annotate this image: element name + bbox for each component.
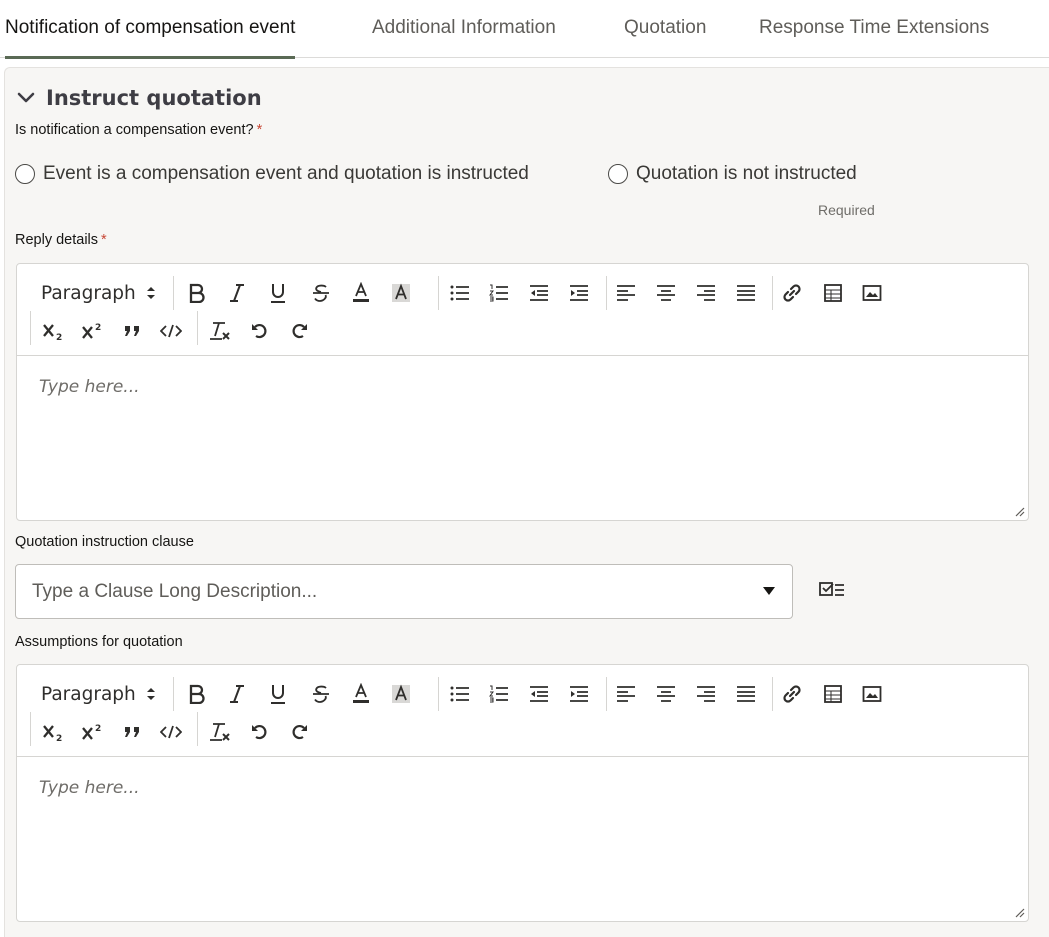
required-asterisk: * (101, 232, 107, 248)
italic-icon[interactable] (224, 681, 250, 707)
image-icon[interactable] (859, 280, 885, 306)
align-left-icon[interactable] (613, 681, 639, 707)
radio-label: Event is a compensation event and quotat… (43, 163, 529, 184)
link-icon[interactable] (779, 280, 805, 306)
justify-icon[interactable] (733, 280, 759, 306)
underline-icon[interactable] (265, 280, 291, 306)
clear-format-icon[interactable] (207, 318, 233, 344)
font-color-icon[interactable] (348, 280, 374, 306)
align-right-icon[interactable] (693, 681, 719, 707)
bulleted-list-icon[interactable] (447, 280, 473, 306)
clause-label: Quotation instruction clause (15, 534, 194, 550)
tab-notification[interactable]: Notification of compensation event (5, 0, 296, 59)
undo-icon[interactable] (247, 719, 273, 745)
blockquote-icon[interactable] (119, 719, 145, 745)
underline-icon[interactable] (265, 681, 291, 707)
link-icon[interactable] (779, 681, 805, 707)
svg-text:2: 2 (56, 734, 62, 742)
align-left-icon[interactable] (613, 280, 639, 306)
blockquote-icon[interactable] (119, 318, 145, 344)
align-center-icon[interactable] (653, 681, 679, 707)
numbered-list-icon[interactable] (486, 681, 512, 707)
subscript-icon[interactable]: 2 (41, 318, 67, 344)
redo-icon[interactable] (286, 719, 312, 745)
paragraph-format-select[interactable]: Paragraph (41, 280, 156, 306)
strikethrough-icon[interactable] (308, 280, 334, 306)
redo-icon[interactable] (286, 318, 312, 344)
assumptions-label: Assumptions for quotation (15, 634, 183, 650)
font-color-icon[interactable] (348, 681, 374, 707)
table-icon[interactable] (820, 280, 846, 306)
tab-response-time-extensions[interactable]: Response Time Extensions (759, 0, 989, 58)
editor-placeholder: Type here... (39, 778, 140, 798)
image-icon[interactable] (859, 681, 885, 707)
chevron-down-icon (17, 92, 35, 103)
indent-icon[interactable] (566, 280, 592, 306)
sort-arrows-icon (146, 688, 155, 700)
tab-additional-information[interactable]: Additional Information (372, 0, 556, 58)
paragraph-format-select[interactable]: Paragraph (41, 681, 156, 707)
bold-icon[interactable] (184, 681, 210, 707)
clause-combobox[interactable]: Type a Clause Long Description... (15, 564, 793, 619)
numbered-list-icon[interactable] (486, 280, 512, 306)
editor-toolbar: Paragraph 2 2 (17, 264, 1028, 356)
subscript-icon[interactable]: 2 (41, 719, 67, 745)
align-right-icon[interactable] (693, 280, 719, 306)
clear-format-icon[interactable] (207, 719, 233, 745)
reply-details-editor: Paragraph 2 2 Type here... (16, 263, 1029, 521)
sort-arrows-icon (146, 287, 155, 299)
reply-details-textarea[interactable]: Type here... (17, 357, 1028, 520)
bulleted-list-icon[interactable] (447, 681, 473, 707)
checklist-icon[interactable] (818, 580, 846, 602)
resize-grip-icon[interactable] (1013, 906, 1025, 918)
radio-circle[interactable] (608, 164, 628, 184)
radio-option-not-instructed[interactable]: Quotation is not instructed (608, 162, 857, 186)
radio-option-instructed[interactable]: Event is a compensation event and quotat… (15, 162, 529, 186)
section-title: Instruct quotation (46, 86, 262, 110)
required-asterisk: * (256, 122, 263, 138)
radio-label: Quotation is not instructed (636, 163, 857, 184)
reply-details-label: Reply details * (15, 232, 107, 248)
highlight-icon[interactable] (388, 681, 414, 707)
editor-toolbar: Paragraph 2 2 (17, 665, 1028, 757)
required-hint: Required (818, 202, 875, 218)
assumptions-textarea[interactable]: Type here... (17, 758, 1028, 921)
align-center-icon[interactable] (653, 280, 679, 306)
outdent-icon[interactable] (526, 681, 552, 707)
justify-icon[interactable] (733, 681, 759, 707)
bold-icon[interactable] (184, 280, 210, 306)
undo-icon[interactable] (247, 318, 273, 344)
clause-input[interactable]: Type a Clause Long Description... (32, 565, 317, 618)
table-icon[interactable] (820, 681, 846, 707)
outdent-icon[interactable] (526, 280, 552, 306)
radio-circle[interactable] (15, 164, 35, 184)
tab-quotation[interactable]: Quotation (624, 0, 706, 58)
svg-text:2: 2 (95, 323, 101, 333)
caret-down-icon[interactable] (762, 586, 776, 596)
editor-placeholder: Type here... (39, 377, 140, 397)
superscript-icon[interactable]: 2 (80, 318, 106, 344)
strikethrough-icon[interactable] (308, 681, 334, 707)
code-icon[interactable] (158, 719, 184, 745)
section-toggle[interactable]: Instruct quotation (16, 83, 262, 113)
compensation-question-label: Is notification a compensation event? * (15, 122, 263, 138)
tab-bar: Notification of compensation event Addit… (0, 0, 1049, 59)
svg-text:2: 2 (56, 333, 62, 341)
code-icon[interactable] (158, 318, 184, 344)
resize-grip-icon[interactable] (1013, 505, 1025, 517)
superscript-icon[interactable]: 2 (80, 719, 106, 745)
indent-icon[interactable] (566, 681, 592, 707)
italic-icon[interactable] (224, 280, 250, 306)
highlight-icon[interactable] (388, 280, 414, 306)
svg-text:2: 2 (95, 724, 101, 734)
assumptions-editor: Paragraph 2 2 Type here... (16, 664, 1029, 922)
